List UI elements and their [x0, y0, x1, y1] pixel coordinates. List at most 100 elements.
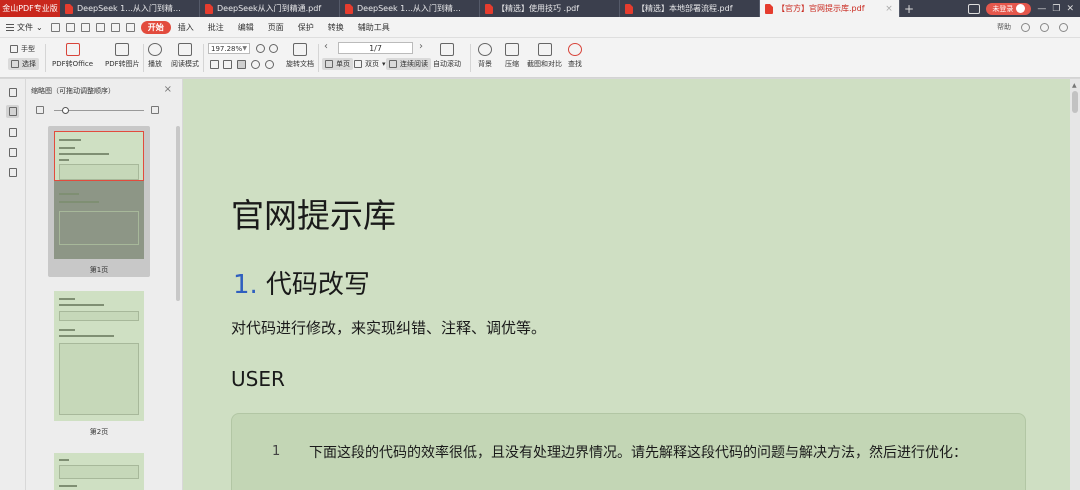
- undo-icon[interactable]: [95, 22, 105, 32]
- thumbnail-size-slider[interactable]: [36, 106, 161, 116]
- role-label: USER: [231, 367, 285, 391]
- read-mode-button[interactable]: 阅读模式: [171, 43, 199, 69]
- scrollbar-thumb[interactable]: [1072, 91, 1078, 113]
- signature-panel-button[interactable]: [6, 166, 19, 179]
- doc-tab[interactable]: DeepSeek从入门到精通.pdf: [200, 0, 340, 17]
- document-scrollbar[interactable]: ▲: [1070, 79, 1080, 490]
- page-number-input[interactable]: 1/7: [338, 42, 413, 54]
- print-icon[interactable]: [80, 22, 90, 32]
- thumbnail-page-2[interactable]: 第2页: [48, 289, 150, 439]
- thumbnail-page-3[interactable]: [48, 451, 150, 490]
- bookmark-icon: [8, 88, 17, 97]
- thumbnail-page-1[interactable]: 第1页: [48, 126, 150, 277]
- rotate-left-icon[interactable]: [265, 60, 274, 69]
- background-label: 背景: [478, 60, 492, 68]
- doc-tab[interactable]: 【精选】本地部署流程.pdf: [620, 0, 760, 17]
- menu-tab-tools[interactable]: 辅助工具: [351, 21, 397, 34]
- zoom-out-icon[interactable]: [256, 44, 265, 53]
- dropdown-icon[interactable]: [125, 22, 135, 32]
- section-heading: 1. 代码改写: [233, 264, 370, 301]
- thumbnail-label: 第2页: [89, 428, 109, 436]
- fit-width-icon[interactable]: [210, 60, 219, 69]
- single-page-label: 单页: [336, 60, 350, 68]
- doc-tab[interactable]: 【精选】使用技巧 .pdf: [480, 0, 620, 17]
- help-button[interactable]: 帮助: [997, 22, 1011, 32]
- menu-tab-home[interactable]: 开始: [140, 20, 171, 34]
- new-tab-button[interactable]: +: [900, 0, 918, 17]
- pdf-to-image-button[interactable]: PDF转图片: [105, 43, 140, 69]
- doc-tab[interactable]: DeepSeek 1...从入门到精通.pdf: [60, 0, 200, 17]
- rotate-document-button[interactable]: 旋转文档: [286, 43, 314, 69]
- save-icon[interactable]: [65, 22, 75, 32]
- menu-bar: 文件 ⌄ 开始 插入 批注 编辑 页面 保护 转换 辅助工具 帮助: [0, 17, 1080, 38]
- pdf-to-office-button[interactable]: PDF转Office: [52, 43, 93, 69]
- single-page-button[interactable]: 单页: [322, 58, 353, 70]
- slider-handle[interactable]: [62, 107, 69, 114]
- window-layout-icon[interactable]: [968, 3, 981, 14]
- select-tool-button[interactable]: 选择: [8, 58, 39, 70]
- section-number: 1.: [233, 270, 258, 300]
- feedback-icon[interactable]: [1021, 22, 1030, 32]
- menu-tab-edit[interactable]: 编辑: [231, 21, 261, 34]
- next-page-button[interactable]: ›: [419, 41, 423, 52]
- double-page-button[interactable]: 双页 ▾: [354, 59, 386, 69]
- doc-tab-title: DeepSeek从入门到精通.pdf: [217, 4, 322, 13]
- more-icon[interactable]: [1059, 22, 1068, 32]
- thumbnail-scrollbar[interactable]: [176, 126, 180, 301]
- actual-size-icon[interactable]: [237, 60, 246, 69]
- compress-button[interactable]: 压缩: [505, 43, 519, 69]
- hand-tool-button[interactable]: 手型: [10, 44, 35, 54]
- rotate-document-label: 旋转文档: [286, 60, 314, 68]
- prev-page-button[interactable]: ‹: [324, 41, 328, 52]
- page-preview: [54, 453, 144, 490]
- rotate-right-icon[interactable]: [251, 60, 260, 69]
- zoom-in-icon[interactable]: [269, 44, 278, 53]
- close-icon[interactable]: ×: [164, 84, 172, 95]
- thumbnail-panel-button[interactable]: [6, 105, 19, 118]
- redo-icon[interactable]: [110, 22, 120, 32]
- comment-panel-button[interactable]: [6, 126, 19, 139]
- scroll-up-icon[interactable]: ▲: [1072, 82, 1077, 89]
- auto-scroll-button[interactable]: 自动滚动: [433, 43, 461, 69]
- close-icon[interactable]: ×: [884, 4, 894, 14]
- restore-button[interactable]: ❐: [1052, 4, 1060, 14]
- menu-tab-protect[interactable]: 保护: [291, 21, 321, 34]
- menu-tab-annotate[interactable]: 批注: [201, 21, 231, 34]
- menu-tab-page[interactable]: 页面: [261, 21, 291, 34]
- doc-tab[interactable]: DeepSeek 1...从入门到精通.pdf: [340, 0, 480, 17]
- doc-tab-active[interactable]: 【官方】官网提示库.pdf ×: [760, 0, 900, 17]
- background-button[interactable]: 背景: [478, 43, 492, 69]
- comment-icon: [8, 128, 17, 137]
- read-mode-label: 阅读模式: [171, 60, 199, 68]
- minimize-button[interactable]: —: [1037, 4, 1046, 14]
- large-thumbnail-icon: [151, 106, 159, 114]
- zoom-select[interactable]: 197.28% ▼: [208, 43, 250, 54]
- doc-tab-title: 【官方】官网提示库.pdf: [777, 4, 865, 13]
- select-tool-label: 选择: [22, 60, 36, 68]
- screenshot-compare-button[interactable]: 截图和对比: [527, 43, 562, 69]
- menu-tab-insert[interactable]: 插入: [171, 21, 201, 34]
- page-preview: [54, 291, 144, 421]
- app-menu-tab[interactable]: 金山PDF专业版: [0, 0, 60, 17]
- prompt-text: 下面这段的代码的效率很低，且没有处理边界情况。请先解释这段代码的问题与解决方法，…: [309, 445, 967, 461]
- menu-tab-convert[interactable]: 转换: [321, 21, 351, 34]
- play-button[interactable]: 播放: [148, 43, 162, 69]
- file-menu[interactable]: 文件 ⌄: [6, 22, 43, 33]
- continuous-reading-button[interactable]: 连续阅读: [386, 58, 431, 70]
- doc-tab-title: 【精选】本地部署流程.pdf: [637, 4, 733, 13]
- open-folder-icon[interactable]: [50, 22, 60, 32]
- line-number: 1: [272, 444, 281, 459]
- fit-page-icon[interactable]: [223, 60, 232, 69]
- attachment-panel-button[interactable]: [6, 146, 19, 159]
- document-view[interactable]: 官网提示库 1. 代码改写 对代码进行修改，来实现纠错、注释、调优等。 USER …: [183, 79, 1070, 490]
- hand-icon: [10, 45, 18, 53]
- single-page-icon: [325, 60, 333, 68]
- bookmark-panel-button[interactable]: [6, 86, 19, 99]
- double-page-label: 双页: [365, 60, 379, 68]
- close-window-button[interactable]: ✕: [1066, 4, 1074, 14]
- find-label: 查找: [568, 60, 582, 68]
- stamp-icon: [8, 168, 17, 177]
- find-button[interactable]: 查找: [568, 43, 582, 69]
- login-button[interactable]: 未登录: [986, 2, 1032, 15]
- settings-icon[interactable]: [1040, 22, 1049, 32]
